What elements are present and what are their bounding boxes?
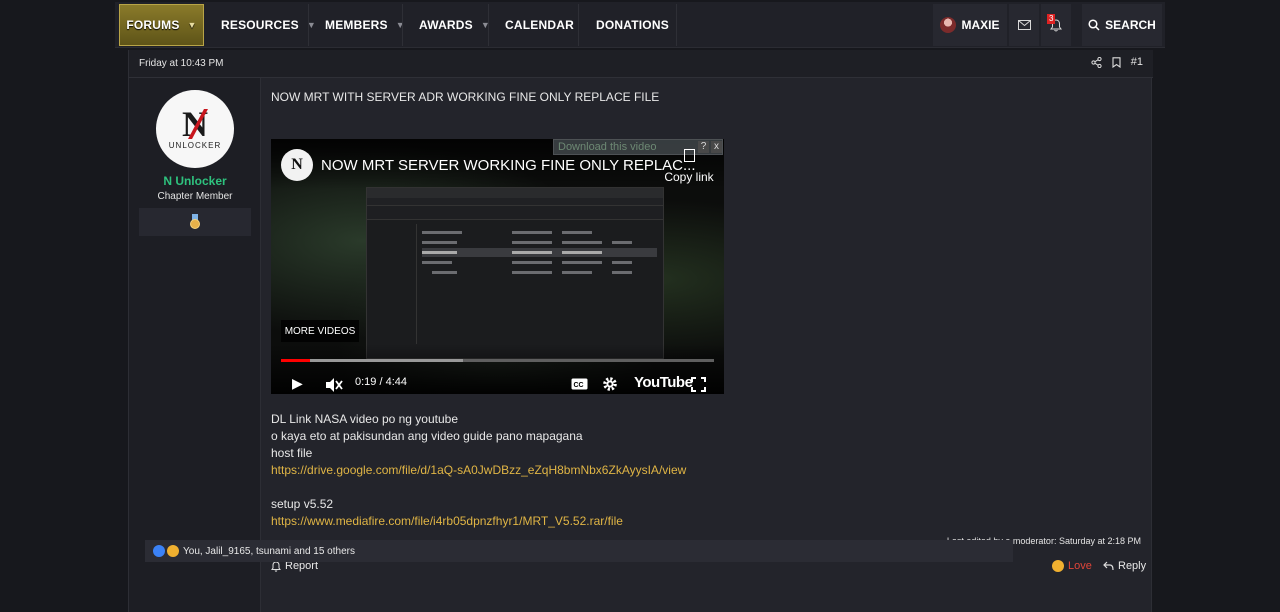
mediafire-link[interactable]: https://www.mediafire.com/file/i4rb05dpn… xyxy=(271,514,623,528)
video-frame-screenshot xyxy=(366,187,664,359)
love-emoji-icon xyxy=(167,545,179,557)
top-bar: FORUMS ▼ RESOURCES ▼ MEMBERS ▼ AWARDS ▼ CALE… xyxy=(0,0,1280,48)
nav-awards[interactable]: AWARDS ▼ xyxy=(419,4,490,46)
reply-arrow-icon xyxy=(1103,561,1114,571)
post-date[interactable]: Friday at 10:43 PM xyxy=(139,58,223,69)
youtube-embed[interactable]: N NOW MRT SERVER WORKING FINE ONLY REPLA… xyxy=(271,139,724,394)
reactions-text[interactable]: You, Jalil_9165, tsunami and 15 others xyxy=(183,546,355,557)
nav-divider xyxy=(402,4,403,46)
search-button[interactable]: SEARCH xyxy=(1082,4,1162,46)
download-video-label[interactable]: Download this video xyxy=(558,141,656,153)
author-name[interactable]: N Unlocker xyxy=(129,174,261,188)
nav-donations-label: DONATIONS xyxy=(596,18,669,32)
nav-awards-label: AWARDS xyxy=(419,18,473,32)
post-number[interactable]: #1 xyxy=(1131,56,1143,68)
heart-eyes-emoji-icon xyxy=(1052,560,1064,572)
video-controls: ▶ 0:19 / 4:44 CC YouTube xyxy=(271,344,724,394)
reply-button[interactable]: Reply xyxy=(1103,560,1146,572)
youtube-logo[interactable]: YouTube xyxy=(634,374,693,391)
video-time: 0:19 / 4:44 xyxy=(355,376,407,388)
channel-logo[interactable]: N xyxy=(281,149,313,181)
alert-count-badge: 3 xyxy=(1047,14,1056,24)
nav-members[interactable]: MEMBERS ▼ xyxy=(325,4,405,46)
nav-divider xyxy=(308,4,309,46)
video-played xyxy=(281,359,310,362)
copy-icon xyxy=(683,149,695,162)
settings-gear-icon[interactable] xyxy=(602,376,618,392)
fullscreen-icon[interactable] xyxy=(691,377,706,392)
avatar-letter: N xyxy=(182,103,208,144)
nav-members-label: MEMBERS xyxy=(325,18,388,32)
username: MAXIE xyxy=(961,18,1000,32)
nav-resources-label: RESOURCES xyxy=(221,18,299,32)
nav-calendar-label: CALENDAR xyxy=(505,18,574,32)
reactions-summary[interactable]: You, Jalil_9165, tsunami and 15 others xyxy=(145,540,1013,562)
author-title: Chapter Member xyxy=(157,191,233,202)
copy-link-button[interactable]: Copy link xyxy=(659,149,719,184)
post-line-3: host file xyxy=(271,446,313,460)
chevron-down-icon[interactable]: ▼ xyxy=(396,20,405,30)
post-header: Friday at 10:43 PM #1 xyxy=(129,50,1153,78)
nav-divider xyxy=(488,4,489,46)
alerts-button[interactable]: 3 xyxy=(1041,4,1071,46)
setup-label: setup v5.52 xyxy=(271,497,334,511)
main-navigation: FORUMS ▼ RESOURCES ▼ MEMBERS ▼ AWARDS ▼ CALE… xyxy=(115,2,1165,48)
more-videos-button[interactable]: MORE VIDEOS xyxy=(281,320,359,342)
share-icon[interactable] xyxy=(1091,56,1102,68)
nav-forums[interactable]: FORUMS ▼ xyxy=(119,4,204,46)
mute-icon[interactable] xyxy=(325,377,343,393)
chevron-down-icon[interactable]: ▼ xyxy=(188,20,197,30)
like-emoji-icon xyxy=(153,545,165,557)
play-icon[interactable]: ▶ xyxy=(292,375,303,392)
author-avatar[interactable]: N UNLOCKER xyxy=(156,90,234,168)
captions-icon[interactable]: CC xyxy=(571,378,588,390)
copy-link-label: Copy link xyxy=(664,170,714,184)
nav-resources[interactable]: RESOURCES ▼ xyxy=(221,4,316,46)
post-headline: NOW MRT WITH SERVER ADR WORKING FINE ONL… xyxy=(271,90,660,104)
love-label: Love xyxy=(1068,560,1092,572)
love-reaction-button[interactable]: Love xyxy=(1052,560,1092,572)
nav-donations[interactable]: DONATIONS xyxy=(596,4,669,46)
inbox-button[interactable] xyxy=(1009,4,1039,46)
envelope-icon xyxy=(1017,20,1031,30)
author-award xyxy=(139,208,251,236)
drive-link[interactable]: https://drive.google.com/file/d/1aQ-sA0J… xyxy=(271,463,686,477)
search-label: SEARCH xyxy=(1105,18,1156,32)
nav-calendar[interactable]: CALENDAR xyxy=(505,4,574,46)
video-progress-bar[interactable] xyxy=(281,359,714,362)
svg-text:CC: CC xyxy=(574,382,584,389)
video-title[interactable]: NOW MRT SERVER WORKING FINE ONLY REPLAC.… xyxy=(321,157,696,174)
bookmark-icon[interactable] xyxy=(1112,56,1121,68)
nav-divider xyxy=(578,4,579,46)
post-panel: Friday at 10:43 PM #1 N UNLOCKER N Unloc… xyxy=(128,50,1153,612)
nav-forums-label: FORUMS xyxy=(126,18,180,32)
user-menu[interactable]: MAXIE xyxy=(933,4,1007,46)
nav-divider xyxy=(676,4,677,46)
post-line-2: o kaya eto at pakisundan ang video guide… xyxy=(271,429,583,443)
medal-icon xyxy=(190,214,200,229)
post-tools: #1 xyxy=(1091,56,1143,68)
reply-label: Reply xyxy=(1118,560,1147,572)
avatar xyxy=(940,17,957,33)
bell-icon xyxy=(271,560,281,572)
author-sidebar: N UNLOCKER N Unlocker Chapter Member xyxy=(129,78,261,612)
post-line-1: DL Link NASA video po ng youtube xyxy=(271,412,459,426)
search-icon xyxy=(1088,19,1100,31)
